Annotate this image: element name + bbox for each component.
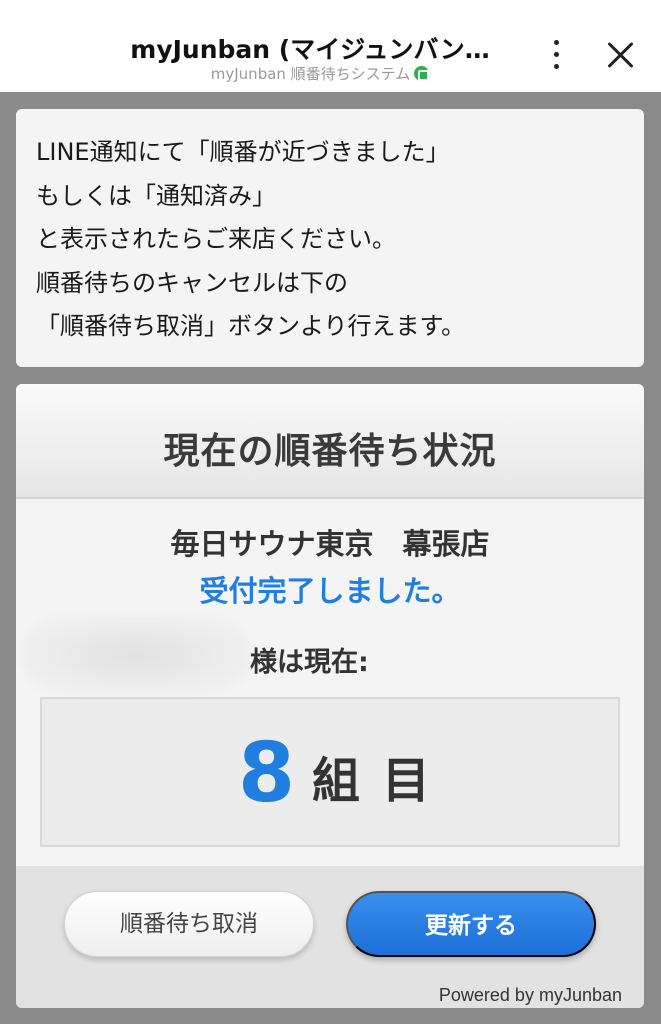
verified-icon — [414, 66, 430, 81]
notice-line: と表示されたらご来店ください。 — [36, 225, 396, 253]
status-heading: 現在の順番待ち状況 — [163, 431, 497, 472]
app-header: myJunban (マイジュンバン… myJunban 順番待ちシステム — [0, 0, 661, 92]
status-card: 現在の順番待ち状況 毎日サウナ東京 幕張店 受付完了しました。 様は現在: 8 … — [16, 384, 644, 1008]
notice-line: もしくは「通知済み」 — [36, 181, 276, 210]
close-icon[interactable] — [602, 36, 640, 74]
queue-count: 8 — [238, 726, 296, 821]
refresh-button[interactable]: 更新する — [346, 891, 596, 957]
notice-panel: LINE通知にて「順番が近づきました」 もしくは「通知済み」 と表示されたらご来… — [16, 109, 644, 367]
name-suffix: 様は現在: — [250, 647, 369, 678]
queue-count-unit: 組目 — [312, 753, 453, 809]
cancel-queue-button[interactable]: 順番待ち取消 — [64, 891, 314, 957]
window-subtitle: myJunban 順番待ちシステム — [100, 63, 540, 84]
notice-line: LINE通知にて「順番が近づきました」 — [36, 138, 450, 166]
button-area: 順番待ち取消 更新する Powered by myJunban — [16, 866, 644, 1008]
status-header: 現在の順番待ち状況 — [16, 384, 644, 499]
customer-name-redacted — [20, 616, 252, 694]
notice-line: 順番待ちのキャンセルは下の — [36, 268, 348, 297]
store-name: 毎日サウナ東京 幕張店 — [170, 527, 490, 561]
subtitle-text: myJunban 順番待ちシステム — [210, 65, 411, 83]
powered-by: Powered by myJunban — [438, 985, 622, 1005]
window-title: myJunban (マイジュンバン… — [130, 35, 490, 64]
queue-count-box: 8 組目 — [40, 697, 620, 847]
notice-line: 「順番待ち取消」ボタンより行えます。 — [36, 312, 466, 340]
accepted-message: 受付完了しました。 — [199, 574, 461, 608]
more-vertical-icon[interactable] — [545, 38, 567, 72]
